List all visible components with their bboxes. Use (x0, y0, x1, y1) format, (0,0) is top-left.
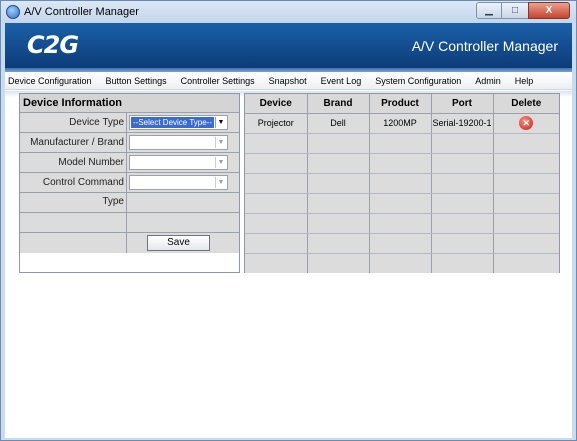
menu-button-settings[interactable]: Button Settings (106, 76, 167, 86)
menu-system-configuration[interactable]: System Configuration (375, 76, 461, 86)
manufacturer-select[interactable]: ▼ (129, 135, 228, 150)
device-type-label: Device Type (20, 113, 127, 132)
window-title: A/V Controller Manager (24, 6, 139, 18)
app-icon (6, 5, 20, 19)
device-table: Device Brand Product Port Delete Project… (245, 94, 559, 273)
device-type-row: Device Type --Select Device Type-- ▼ (20, 113, 239, 133)
manufacturer-row: Manufacturer / Brand ▼ (20, 133, 239, 153)
command-type-label: Control Command Type (20, 173, 127, 207)
header-banner: C2G A/V Controller Manager (5, 23, 572, 68)
device-list-panel: Device Brand Product Port Delete Project… (244, 93, 560, 273)
app-window: A/V Controller Manager ▁ □ X C2G A/V Con… (0, 0, 577, 441)
table-row (245, 233, 559, 254)
delete-icon[interactable]: ✕ (519, 116, 534, 130)
menu-controller-settings[interactable]: Controller Settings (181, 76, 255, 86)
model-number-value (131, 157, 135, 168)
manufacturer-label: Manufacturer / Brand (20, 133, 127, 152)
device-type-value: --Select Device Type-- (130, 116, 215, 129)
chevron-down-icon[interactable]: ▼ (215, 137, 226, 148)
table-row (245, 153, 559, 174)
model-number-row: Model Number ▼ (20, 153, 239, 173)
empty-row (20, 213, 239, 233)
column-header-delete: Delete (493, 94, 559, 114)
cell-product: 1200MP (369, 113, 432, 134)
close-button[interactable]: X (528, 2, 570, 19)
command-type-value (131, 177, 135, 188)
cell-device: Projector (245, 113, 308, 134)
column-header-device: Device (245, 94, 308, 114)
command-type-select[interactable]: ▼ (129, 175, 228, 190)
maximize-button[interactable]: □ (502, 2, 528, 19)
device-information-title: Device Information (20, 94, 239, 113)
table-row (245, 253, 559, 273)
window-controls: ▁ □ X (476, 2, 570, 19)
chevron-down-icon[interactable]: ▼ (215, 157, 226, 168)
column-header-product: Product (369, 94, 432, 114)
table-row[interactable]: Projector Dell 1200MP Serial-19200-1 ✕ (245, 113, 559, 134)
minimize-button[interactable]: ▁ (476, 2, 502, 19)
model-number-label: Model Number (20, 153, 127, 172)
save-row: Save (20, 233, 239, 253)
table-row (245, 133, 559, 154)
chevron-down-icon[interactable]: ▼ (215, 177, 226, 188)
cell-port: Serial-19200-1 (431, 113, 494, 134)
banner-title: A/V Controller Manager (411, 38, 558, 54)
menu-snapshot[interactable]: Snapshot (269, 76, 307, 86)
chevron-down-icon[interactable]: ▼ (215, 117, 226, 128)
manufacturer-value (131, 137, 135, 148)
c2g-logo: C2G (27, 31, 79, 59)
empty-row (20, 193, 239, 213)
cell-delete: ✕ (493, 113, 559, 134)
title-bar[interactable]: A/V Controller Manager ▁ □ X (1, 1, 576, 23)
model-number-select[interactable]: ▼ (129, 155, 228, 170)
device-information-panel: Device Information Device Type --Select … (19, 93, 240, 273)
menu-event-log[interactable]: Event Log (321, 76, 362, 86)
menu-device-configuration[interactable]: Device Configuration (8, 76, 92, 86)
column-header-port: Port (431, 94, 494, 114)
column-header-brand: Brand (307, 94, 370, 114)
device-type-select[interactable]: --Select Device Type-- ▼ (129, 115, 228, 130)
table-row (245, 173, 559, 194)
table-header-row: Device Brand Product Port Delete (245, 94, 559, 114)
menu-bar: Device Configuration Button Settings Con… (5, 72, 572, 90)
save-button[interactable]: Save (147, 235, 210, 251)
cell-brand: Dell (307, 113, 370, 134)
menu-help[interactable]: Help (515, 76, 534, 86)
menu-admin[interactable]: Admin (475, 76, 501, 86)
table-row (245, 213, 559, 234)
command-type-row: Control Command Type ▼ (20, 173, 239, 207)
table-row (245, 193, 559, 214)
